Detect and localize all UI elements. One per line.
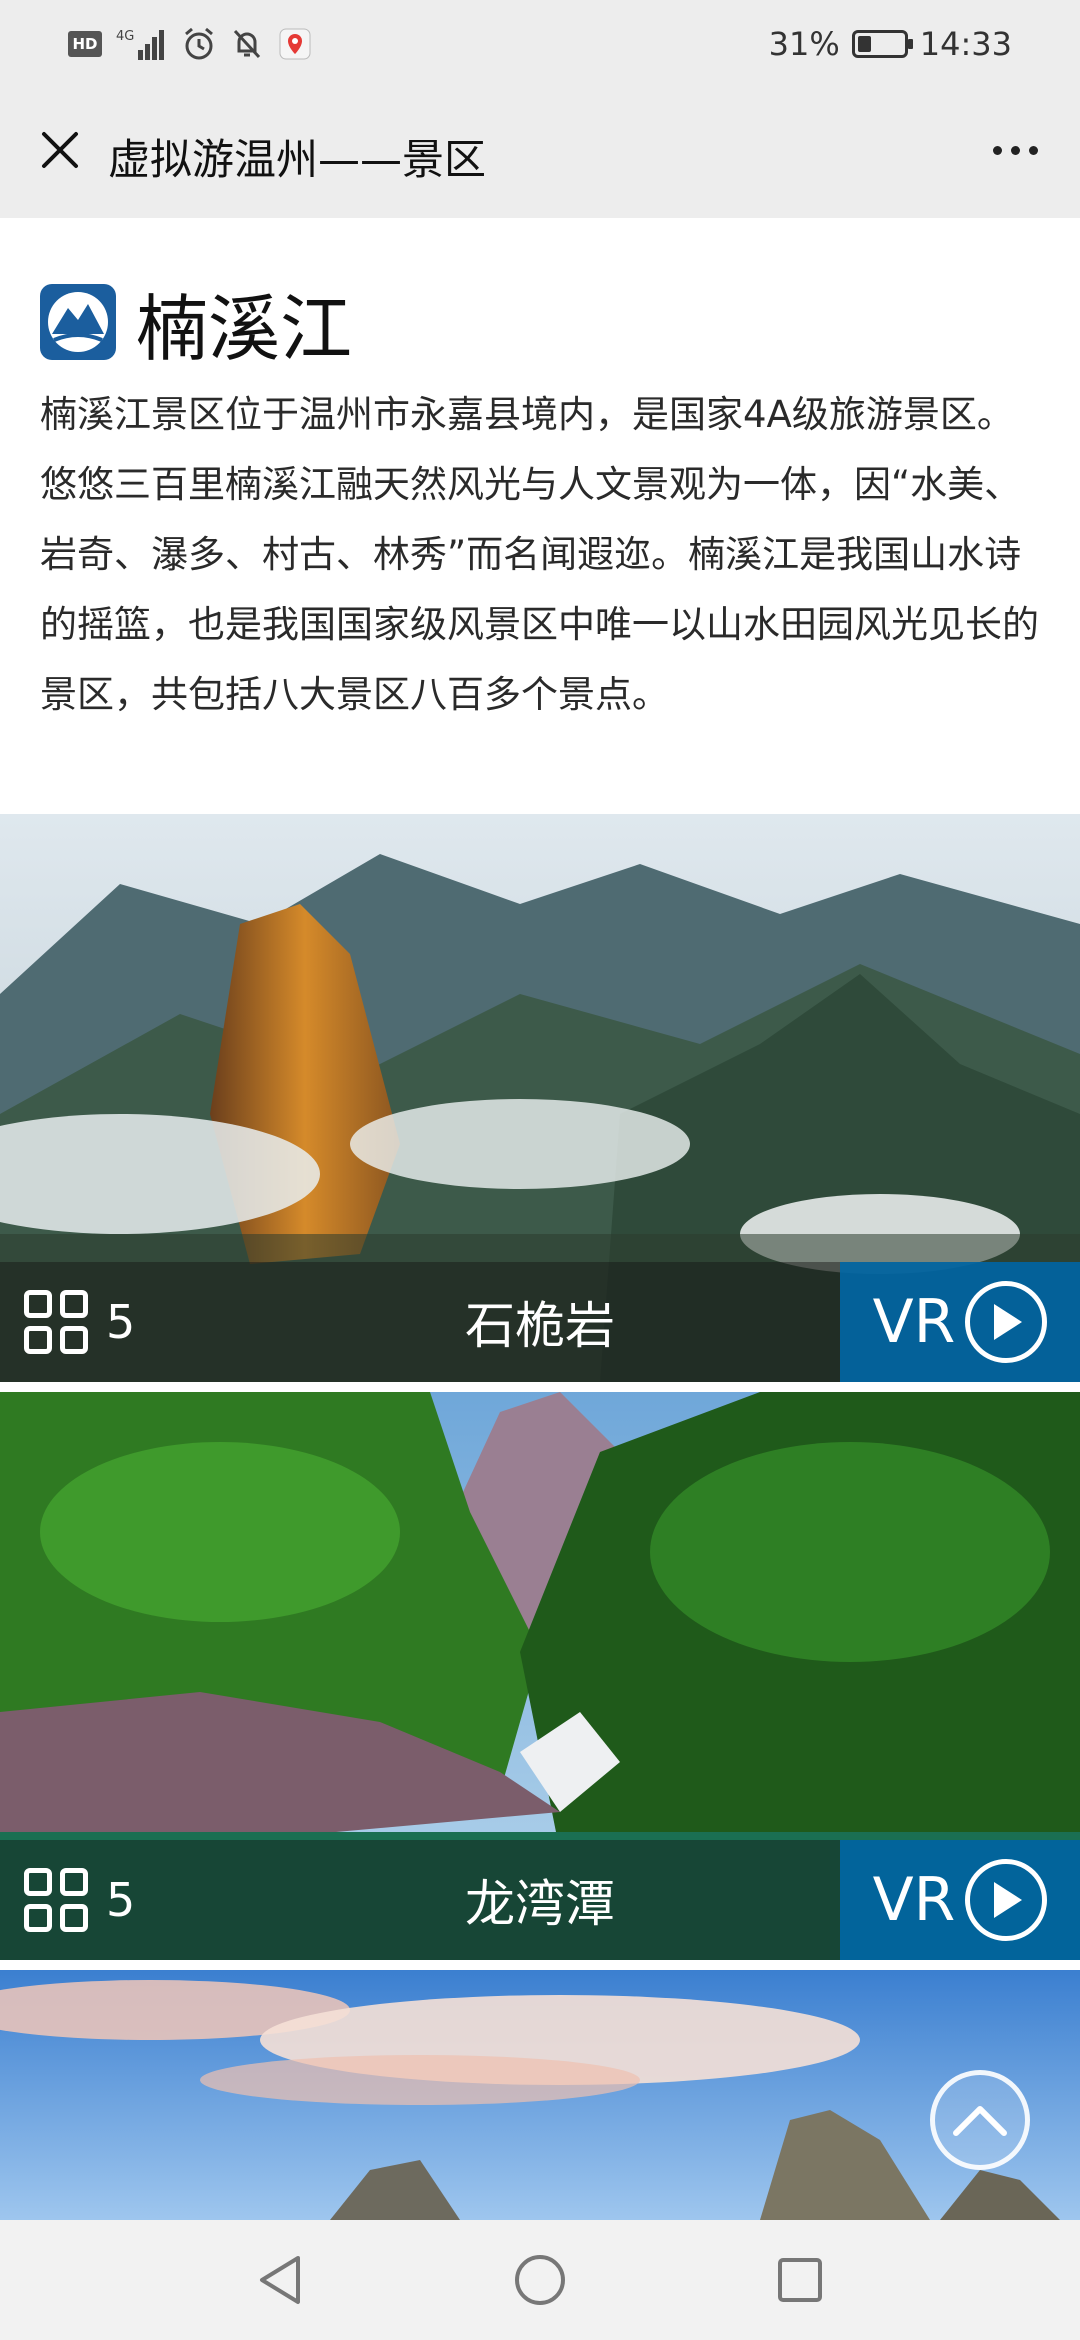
photo-count-value: 5 bbox=[106, 1295, 136, 1349]
more-icon-dot bbox=[1010, 145, 1020, 155]
back-nav-button[interactable] bbox=[250, 2250, 310, 2310]
photo-count: 5 bbox=[24, 1262, 135, 1382]
signal-icon: 4G bbox=[116, 26, 168, 62]
nav-bar: 虚拟游温州——景区 bbox=[0, 88, 1080, 218]
vr-label: VR bbox=[872, 1865, 956, 1935]
scenic-logo-icon bbox=[40, 284, 116, 360]
card-title: 石桅岩 bbox=[465, 1297, 615, 1355]
vr-button[interactable]: VR bbox=[840, 1840, 1080, 1960]
recents-square-icon bbox=[778, 2258, 822, 2302]
section-heading: 楠溪江 bbox=[40, 282, 352, 371]
mute-bell-icon bbox=[230, 26, 264, 62]
scenic-card-partial[interactable] bbox=[0, 1970, 1080, 2220]
scenic-photo bbox=[0, 1970, 1080, 2220]
section-description: 楠溪江景区位于温州市永嘉县境内，是国家4A级旅游景区。悠悠三百里楠溪江融天然风光… bbox=[40, 393, 1039, 716]
network-label: 4G bbox=[116, 29, 134, 44]
chevron-up-icon bbox=[953, 2106, 1007, 2136]
system-nav-bar bbox=[0, 2220, 1080, 2340]
battery-percent: 31% bbox=[768, 25, 840, 63]
play-icon bbox=[965, 1859, 1048, 1941]
scenic-card-shiweiyan[interactable]: 5 石桅岩 VR bbox=[0, 814, 1080, 1382]
battery-icon bbox=[851, 30, 913, 58]
status-icons: HD 4G bbox=[68, 24, 312, 64]
more-icon-dot bbox=[992, 145, 1002, 155]
card-title: 龙湾潭 bbox=[465, 1875, 615, 1933]
grid-icon bbox=[24, 1290, 88, 1354]
play-icon bbox=[965, 1281, 1048, 1363]
more-icon-dot bbox=[1028, 145, 1038, 155]
recents-nav-button[interactable] bbox=[770, 2250, 830, 2310]
vr-button[interactable]: VR bbox=[840, 1262, 1080, 1382]
clock: 14:33 bbox=[919, 25, 1012, 63]
alarm-icon bbox=[182, 26, 216, 62]
back-triangle-icon bbox=[260, 2256, 300, 2304]
home-nav-button[interactable] bbox=[510, 2250, 570, 2310]
close-icon bbox=[42, 132, 78, 168]
close-button[interactable] bbox=[28, 118, 92, 182]
photo-count: 5 bbox=[24, 1840, 135, 1960]
home-circle-icon bbox=[515, 2255, 565, 2305]
more-button[interactable] bbox=[980, 118, 1050, 182]
photo-count-value: 5 bbox=[106, 1873, 136, 1927]
scenic-card-longwantan[interactable]: 5 龙湾潭 VR bbox=[0, 1392, 1080, 1960]
location-app-icon bbox=[278, 26, 312, 62]
section-title: 楠溪江 bbox=[136, 286, 353, 371]
vr-label: VR bbox=[872, 1287, 956, 1357]
status-right: 31% 14:33 bbox=[769, 22, 1012, 66]
hd-badge: HD bbox=[68, 31, 102, 57]
page-title: 虚拟游温州——景区 bbox=[108, 135, 487, 184]
status-bar: HD 4G 31% 14:33 bbox=[0, 0, 1080, 88]
back-to-top-button[interactable] bbox=[930, 2070, 1030, 2170]
grid-icon bbox=[24, 1868, 88, 1932]
